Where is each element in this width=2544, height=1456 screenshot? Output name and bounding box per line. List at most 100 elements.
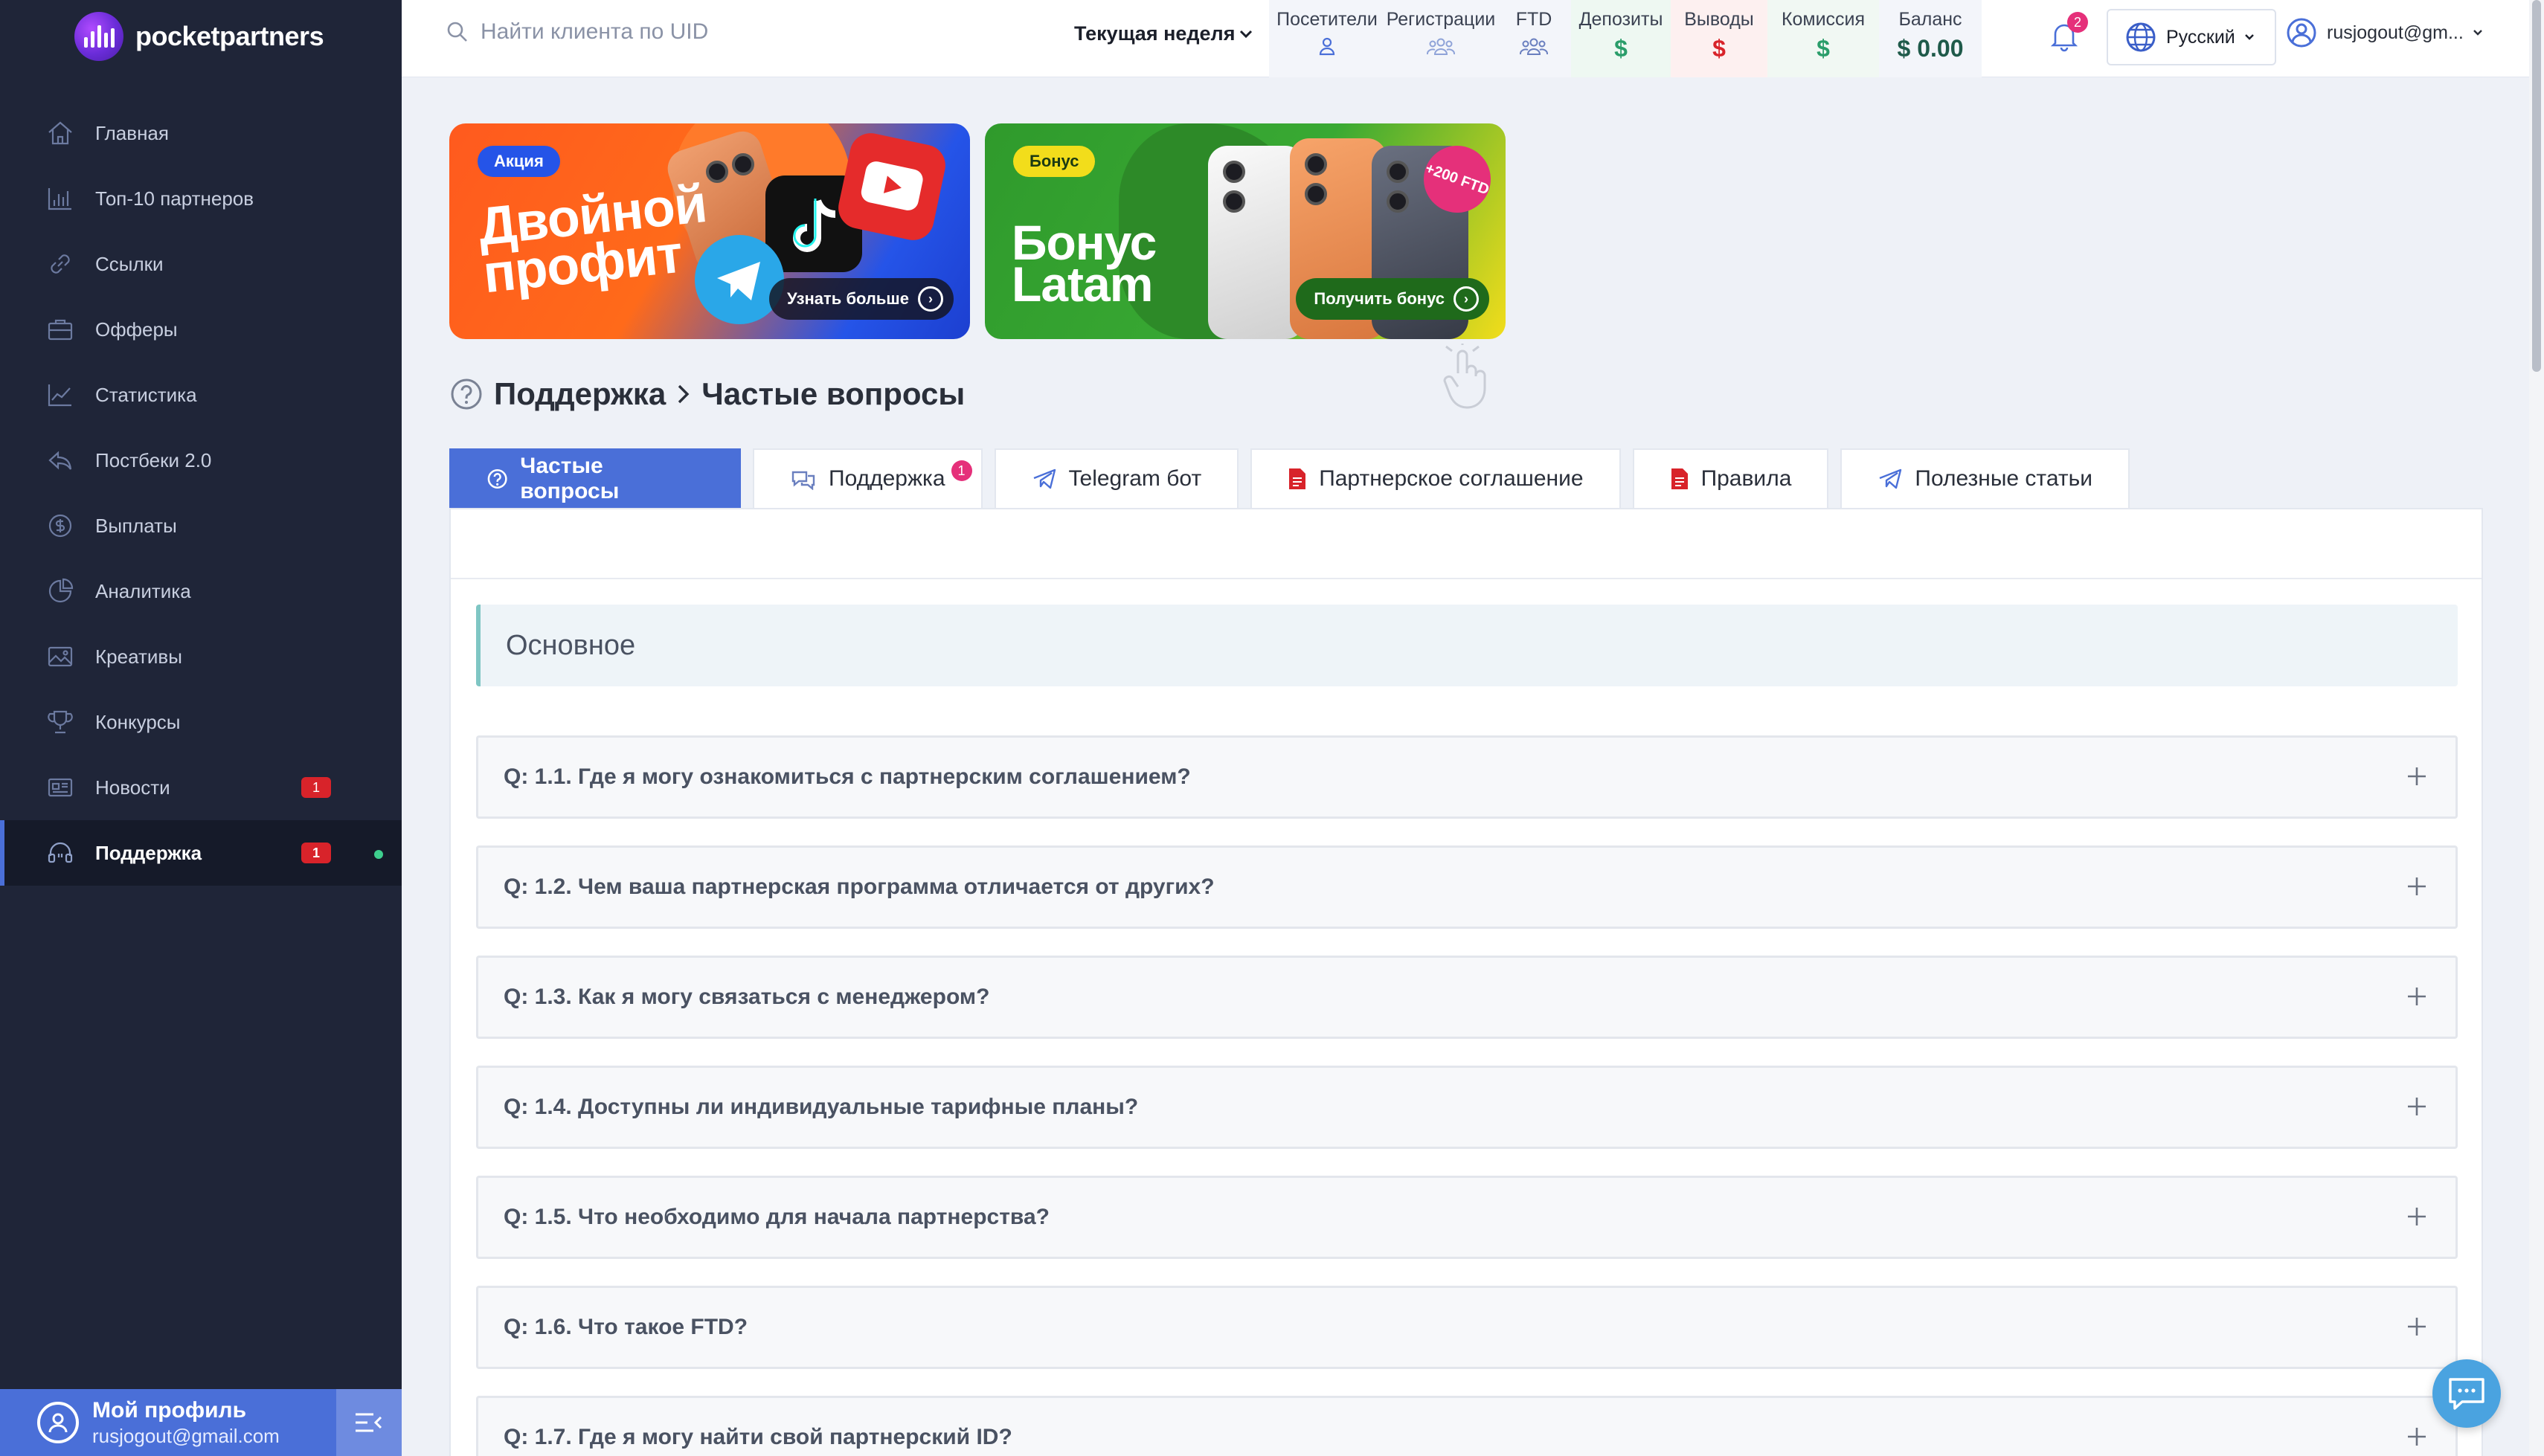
collapse-sidebar-button[interactable] — [336, 1389, 402, 1456]
stat-registrations[interactable]: Регистрации — [1385, 0, 1497, 77]
bar-chart-icon — [45, 183, 76, 214]
sidebar-item-statistics[interactable]: Статистика — [0, 362, 402, 428]
faq-item[interactable]: Q: 1.6. Что такое FTD? — [476, 1286, 2458, 1369]
tab-faq[interactable]: Частые вопросы — [449, 448, 741, 508]
stat-registrations-label: Регистрации — [1386, 9, 1496, 30]
camera-dot — [1223, 161, 1245, 183]
stat-visitors[interactable]: Посетители — [1269, 0, 1385, 77]
sidebar-item-label: Поддержка — [95, 841, 202, 864]
breadcrumb: Поддержка Частые вопросы — [449, 376, 965, 412]
user-avatar-icon — [37, 1402, 79, 1443]
home-icon — [45, 117, 76, 149]
tab-telegram-bot[interactable]: Telegram бот — [994, 448, 1239, 508]
faq-item[interactable]: Q: 1.3. Как я могу связаться с менеджеро… — [476, 956, 2458, 1039]
sidebar-item-contests[interactable]: Конкурсы — [0, 689, 402, 755]
breadcrumb-current: Частые вопросы — [701, 376, 966, 411]
question-circle-icon — [451, 379, 482, 410]
sidebar-item-offers[interactable]: Офферы — [0, 297, 402, 362]
postback-icon — [45, 445, 76, 476]
sidebar-nav: Главная Топ-10 партнеров Ссылки Офферы С… — [0, 100, 402, 886]
sidebar-item-label: Новости — [95, 776, 170, 799]
line-chart-icon — [45, 379, 76, 410]
sidebar-item-creatives[interactable]: Креативы — [0, 624, 402, 689]
users-group-icon — [1520, 38, 1548, 55]
faq-item[interactable]: Q: 1.1. Где я могу ознакомиться с партне… — [476, 735, 2458, 819]
period-label: Текущая неделя — [1074, 22, 1236, 45]
notifications-count: 2 — [2067, 12, 2088, 33]
stat-withdrawals-label: Выводы — [1684, 9, 1754, 30]
faq-section-title: Основное — [476, 605, 2458, 686]
sidebar-item-label: Офферы — [95, 318, 178, 341]
tab-rules[interactable]: Правила — [1632, 448, 1829, 508]
sidebar-item-label: Ссылки — [95, 252, 164, 275]
promo-banner-double-profit[interactable]: Акция Двойной профит Узнать больше › — [449, 123, 970, 339]
users-group-icon — [1427, 38, 1455, 55]
plus-icon — [2408, 1208, 2426, 1225]
sidebar-item-payouts[interactable]: Выплаты — [0, 493, 402, 558]
stat-ftd[interactable]: FTD — [1497, 0, 1571, 77]
faq-question: Q: 1.6. Что такое FTD? — [504, 1315, 748, 1339]
stat-deposits[interactable]: Депозиты $ — [1571, 0, 1671, 77]
banner-tag: Бонус — [1013, 146, 1096, 177]
sidebar-item-home[interactable]: Главная — [0, 100, 402, 166]
arrow-right-icon: › — [1454, 286, 1479, 312]
breadcrumb-parent[interactable]: Поддержка — [494, 376, 666, 412]
camera-dot — [1305, 183, 1327, 205]
live-chat-button[interactable] — [2432, 1359, 2501, 1428]
profile-info: Мой профиль rusjogout@gmail.com — [92, 1397, 280, 1448]
sidebar-item-postbacks[interactable]: Постбеки 2.0 — [0, 428, 402, 493]
stat-balance[interactable]: Баланс $ 0.00 — [1879, 0, 1982, 77]
logo-mark-icon — [74, 12, 123, 61]
collapse-menu-icon — [356, 1413, 382, 1432]
chevron-right-icon — [678, 384, 690, 404]
faq-question: Q: 1.4. Доступны ли индивидуальные тариф… — [504, 1095, 1139, 1119]
banner-title: Бонус Latam — [1012, 218, 1157, 309]
news-icon — [45, 772, 76, 803]
document-icon — [1289, 468, 1306, 489]
tab-label: Telegram бот — [1068, 466, 1202, 491]
uid-search-input[interactable] — [481, 19, 927, 45]
plus-icon — [2408, 877, 2426, 895]
tab-label: Частые вопросы — [520, 454, 620, 503]
profile-bar[interactable]: Мой профиль rusjogout@gmail.com — [0, 1389, 402, 1456]
question-circle-icon — [487, 469, 507, 489]
camera-dot — [1305, 153, 1327, 175]
faq-question: Q: 1.1. Где я могу ознакомиться с партне… — [504, 764, 1191, 789]
stat-withdrawals[interactable]: Выводы $ — [1671, 0, 1767, 77]
sidebar-item-analytics[interactable]: Аналитика — [0, 558, 402, 624]
tab-useful-articles[interactable]: Полезные статьи — [1840, 448, 2130, 508]
chevron-down-icon — [1240, 30, 1253, 38]
sidebar-item-links[interactable]: Ссылки — [0, 231, 402, 297]
sidebar-item-top10[interactable]: Топ-10 партнеров — [0, 166, 402, 231]
camera-dot — [1387, 190, 1409, 213]
notifications-button[interactable]: 2 — [2049, 12, 2088, 56]
faq-item[interactable]: Q: 1.4. Доступны ли индивидуальные тариф… — [476, 1066, 2458, 1149]
user-menu[interactable]: rusjogout@gm... — [2285, 16, 2483, 49]
tab-partner-agreement[interactable]: Партнерское соглашение — [1250, 448, 1621, 508]
tab-support-badge: 1 — [951, 460, 972, 481]
language-select[interactable]: Русский — [2107, 9, 2276, 65]
faq-item[interactable]: Q: 1.5. Что необходимо для начала партне… — [476, 1176, 2458, 1259]
faq-item[interactable]: Q: 1.2. Чем ваша партнерская программа о… — [476, 845, 2458, 929]
chevron-down-icon — [2473, 30, 2482, 36]
faq-question: Q: 1.5. Что необходимо для начала партне… — [504, 1205, 1050, 1229]
stat-commission[interactable]: Комиссия $ — [1767, 0, 1879, 77]
period-select[interactable]: Текущая неделя — [1074, 22, 1253, 45]
sidebar-item-news[interactable]: Новости 1 — [0, 755, 402, 820]
page-scrollbar-thumb[interactable] — [2532, 0, 2541, 372]
document-icon — [1671, 468, 1688, 489]
brand-logo[interactable]: pocketpartners — [74, 10, 324, 62]
stat-ftd-label: FTD — [1515, 9, 1552, 30]
profile-email: rusjogout@gmail.com — [92, 1425, 280, 1447]
tab-label: Поддержка — [829, 466, 945, 491]
faq-item[interactable]: Q: 1.7. Где я могу найти свой партнерски… — [476, 1396, 2458, 1456]
tab-support[interactable]: Поддержка 1 — [753, 448, 983, 508]
sidebar-item-support[interactable]: Поддержка 1 — [0, 820, 402, 886]
sidebar-item-label: Креативы — [95, 645, 182, 668]
promo-banner-bonus-latam[interactable]: +200 FTD Бонус Бонус Latam Получить бону… — [985, 123, 1506, 339]
brand-name: pocketpartners — [135, 21, 324, 51]
profile-title: Мой профиль — [92, 1398, 247, 1423]
get-bonus-button[interactable]: Получить бонус › — [1296, 278, 1489, 320]
language-label: Русский — [2166, 26, 2235, 48]
learn-more-button[interactable]: Узнать больше › — [768, 278, 954, 320]
